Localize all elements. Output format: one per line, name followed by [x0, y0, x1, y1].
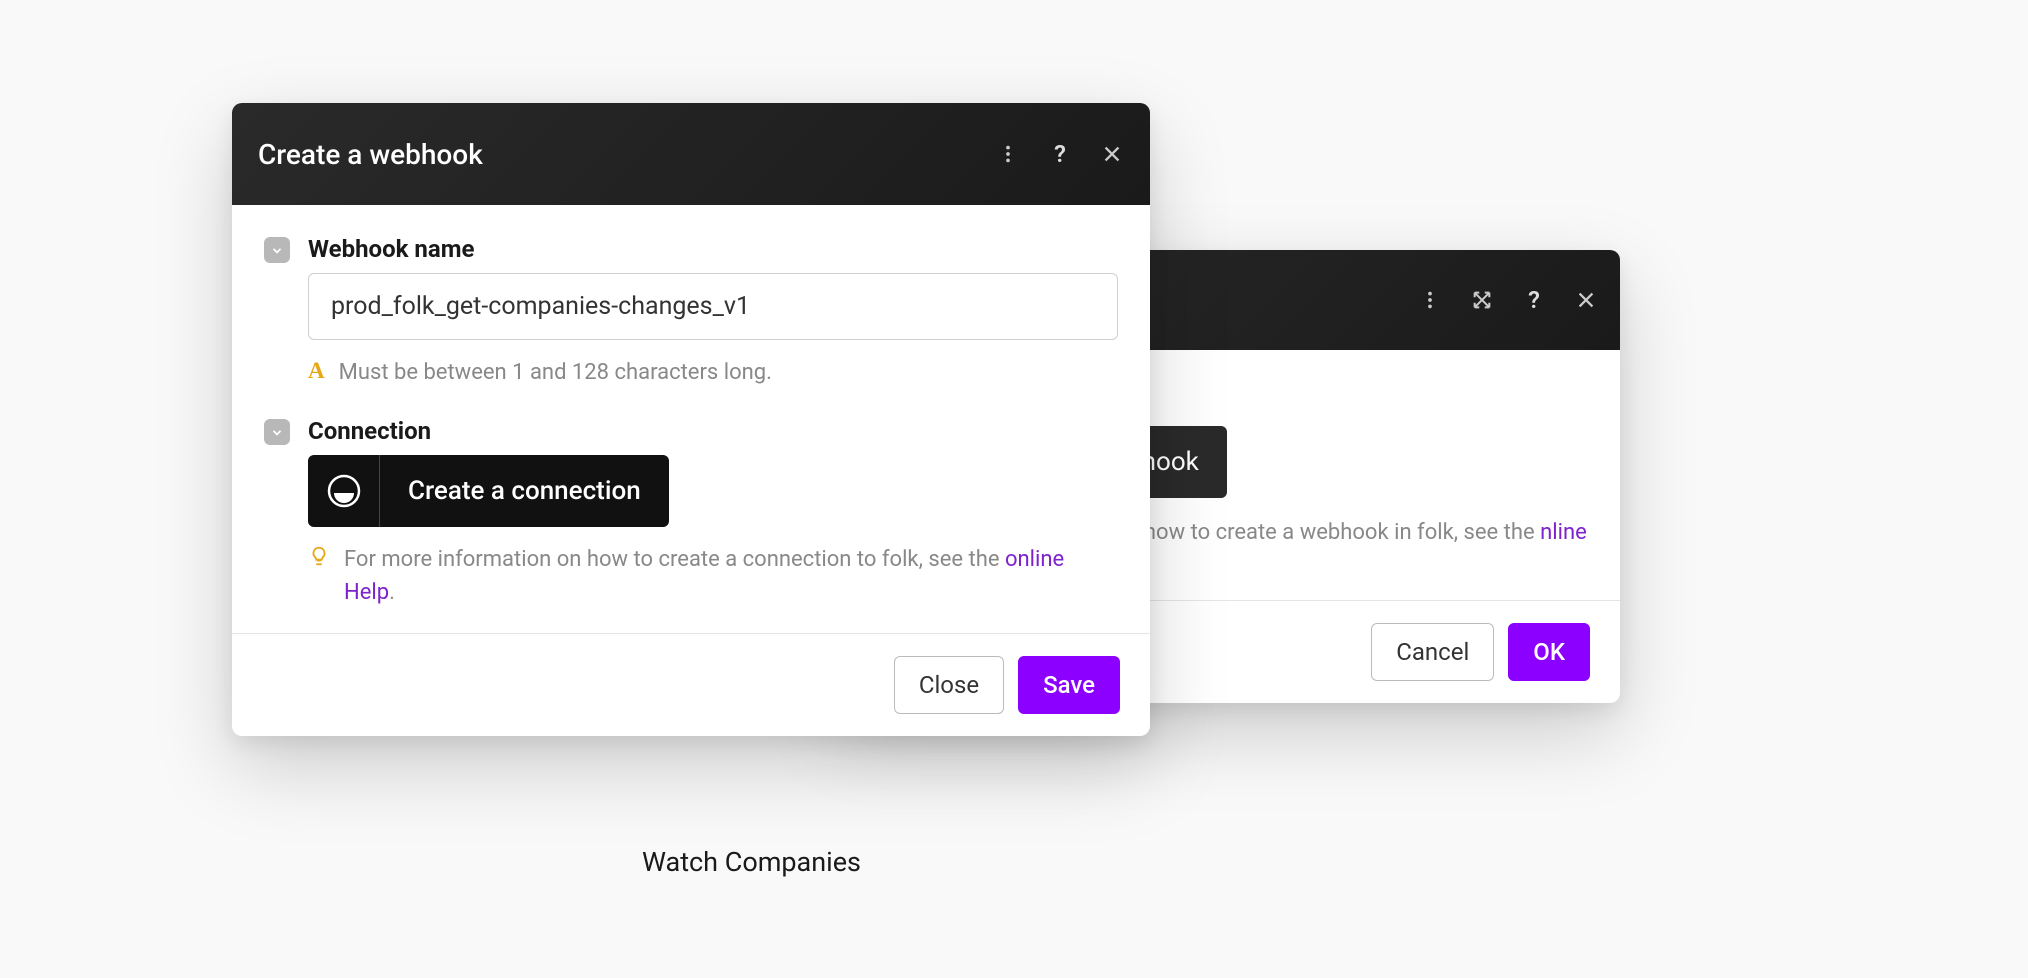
create-connection-button-label: Create a connection — [380, 476, 669, 506]
more-icon[interactable] — [996, 142, 1020, 166]
bulb-icon — [308, 545, 330, 571]
close-icon[interactable] — [1574, 288, 1598, 312]
close-button[interactable]: Close — [894, 656, 1004, 714]
modal-footer: Close Save — [232, 633, 1150, 736]
help-icon[interactable]: ? — [1522, 288, 1546, 312]
more-icon[interactable] — [1418, 288, 1442, 312]
create-webhook-modal: Create a webhook ? Webhook name A Must b… — [232, 103, 1150, 736]
cancel-button[interactable]: Cancel — [1371, 623, 1494, 681]
watch-companies-label: Watch Companies — [642, 846, 861, 878]
connection-hint: For more information on how to create a … — [344, 543, 1108, 609]
close-icon[interactable] — [1100, 142, 1124, 166]
webhook-name-label: Webhook name — [308, 235, 474, 263]
connection-toggle[interactable] — [264, 419, 290, 445]
webhook-name-toggle[interactable] — [264, 237, 290, 263]
create-connection-button[interactable]: Create a connection — [308, 455, 669, 527]
modal-body: Webhook name A Must be between 1 and 128… — [232, 205, 1150, 633]
webhook-name-input[interactable] — [308, 273, 1118, 340]
webhook-name-hint: Must be between 1 and 128 characters lon… — [339, 356, 772, 389]
warning-icon: A — [308, 358, 325, 384]
help-icon[interactable]: ? — [1048, 142, 1072, 166]
modal-titlebar: Create a webhook ? — [232, 103, 1150, 205]
save-button[interactable]: Save — [1018, 656, 1120, 714]
connection-label: Connection — [308, 417, 431, 445]
modal-title: Create a webhook — [258, 138, 483, 171]
expand-icon[interactable] — [1470, 288, 1494, 312]
folk-icon — [308, 455, 380, 527]
ok-button[interactable]: OK — [1508, 623, 1590, 681]
